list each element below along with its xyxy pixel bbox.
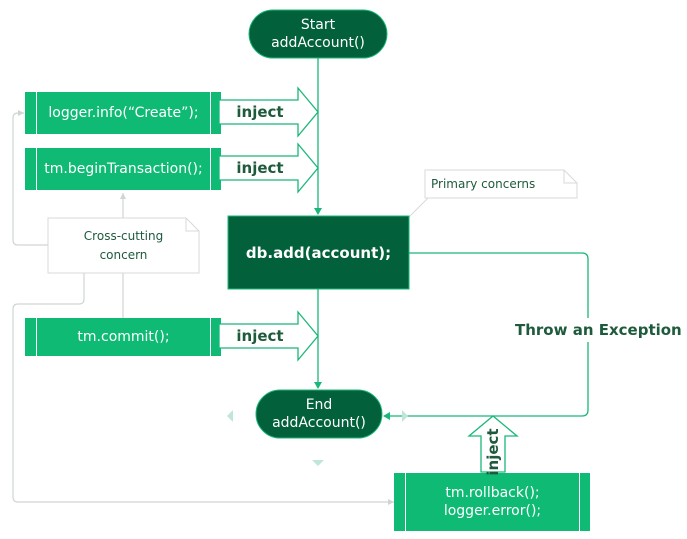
aspect-logger-label: logger.info(“Create”);: [48, 105, 199, 121]
faint-left-arrow-icon: [227, 410, 233, 422]
end-label: End addAccount(): [272, 397, 366, 431]
note-cross-cutting-concern: Cross-cutting concern: [83, 228, 164, 262]
note-primary-concerns: Primary concerns: [431, 176, 536, 191]
connector-primary-note: [408, 197, 429, 218]
aop-diagram: Start addAccount() End addAccount() db.a…: [0, 0, 687, 539]
primary-process-label: db.add(account);: [245, 243, 392, 262]
start-label: Start addAccount(): [271, 17, 365, 51]
aspect-begin-label: tm.beginTransaction();: [44, 161, 203, 177]
aspect-commit-label: tm.commit();: [77, 329, 170, 345]
inject-label-commit: inject: [236, 327, 284, 345]
inject-label-logger: inject: [236, 103, 284, 121]
inject-label-begin: inject: [236, 159, 284, 177]
faint-down-arrow-icon: [312, 460, 324, 466]
inject-label-rollback: inject: [484, 428, 502, 476]
connector-note-to-rollback: [12, 273, 394, 505]
exception-label: Throw an Exception: [515, 318, 685, 342]
faint-right-arrow-icon: [402, 410, 408, 422]
